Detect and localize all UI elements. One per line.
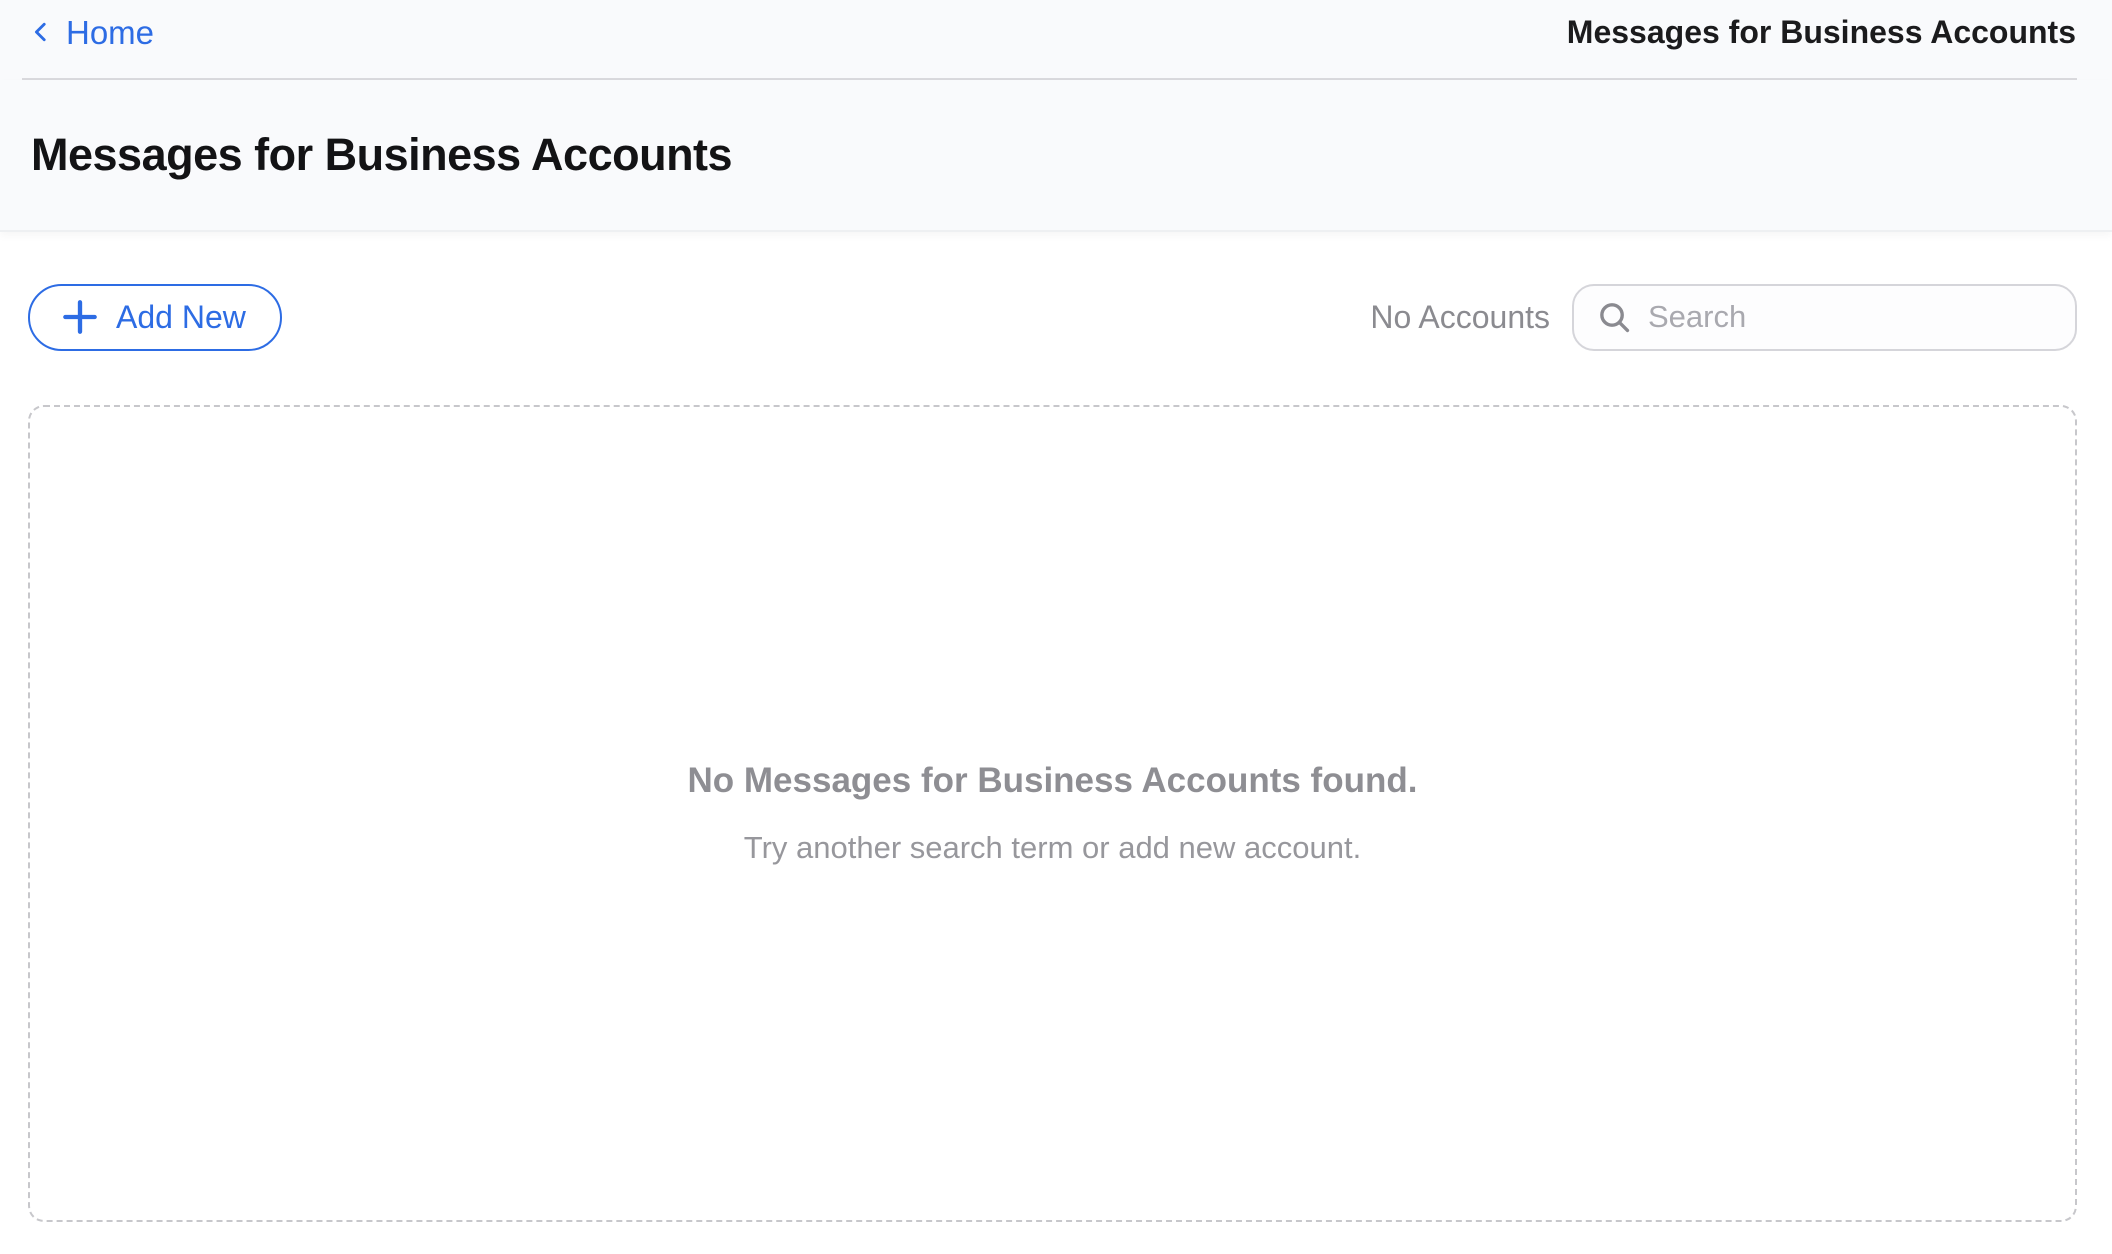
add-new-button-label: Add New [116, 301, 246, 333]
empty-state-subtitle: Try another search term or add new accou… [744, 830, 1361, 866]
search-input[interactable] [1648, 299, 2053, 335]
empty-state-panel: No Messages for Business Accounts found.… [28, 405, 2077, 1222]
toolbar: Add New No Accounts [28, 282, 2077, 352]
messages-for-business-accounts-page: Home Messages for Business Accounts Mess… [0, 0, 2112, 1254]
back-link-label: Home [66, 16, 154, 49]
plus-icon [60, 297, 100, 337]
toolbar-right-group: No Accounts [1370, 284, 2077, 351]
chevron-left-icon [30, 16, 52, 48]
search-icon [1596, 299, 1633, 336]
page-header: Messages for Business Accounts [0, 80, 2112, 232]
page-title: Messages for Business Accounts [31, 129, 732, 181]
search-box[interactable] [1572, 284, 2077, 351]
top-navigation-bar: Home Messages for Business Accounts [0, 0, 2112, 80]
empty-state-title: No Messages for Business Accounts found. [688, 761, 1418, 801]
back-link-home[interactable]: Home [30, 16, 154, 49]
add-new-button[interactable]: Add New [28, 284, 282, 351]
main-content: Add New No Accounts No Messages for Busi… [0, 232, 2112, 1254]
accounts-status-label: No Accounts [1370, 299, 1550, 336]
topbar-title: Messages for Business Accounts [1567, 16, 2076, 48]
